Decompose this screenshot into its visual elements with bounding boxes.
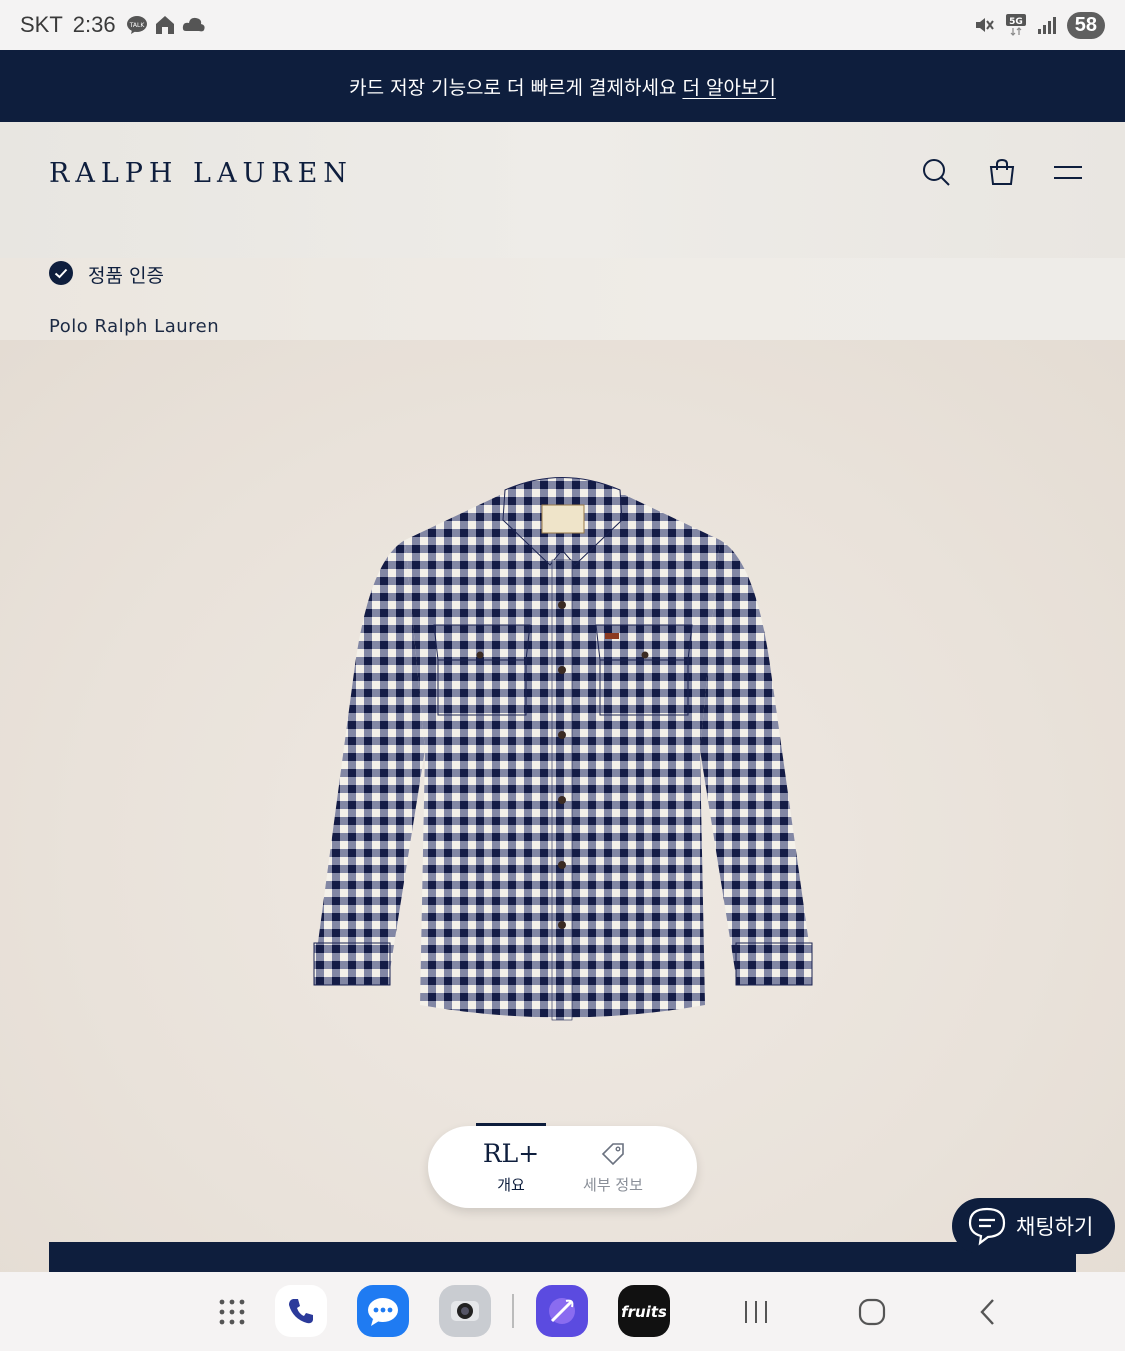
tab-details-label: 세부 정보 [583, 1175, 643, 1194]
carrier-label: SKT [20, 12, 63, 37]
brand-name[interactable]: Polo Ralph Lauren [49, 316, 219, 337]
system-nav-bar: fruits [0, 1272, 1125, 1351]
internet-browser-icon[interactable] [536, 1285, 588, 1337]
price-tag-icon [601, 1142, 624, 1165]
site-header: RALPH LAUREN [0, 122, 1125, 258]
tab-details[interactable]: 세부 정보 [546, 1126, 680, 1208]
app-drawer-icon[interactable] [212, 1292, 252, 1332]
camera-app-icon[interactable] [439, 1285, 491, 1337]
promo-banner: 카드 저장 기능으로 더 빠르게 결제하세요 더 알아보기 [0, 50, 1125, 122]
home-app-icon [155, 16, 174, 34]
chat-label: 채팅하기 [1016, 1215, 1094, 1239]
authentic-label: 정품 인증 [88, 265, 164, 287]
svg-text:5G: 5G [1009, 17, 1023, 27]
search-icon[interactable] [920, 156, 952, 188]
signal-icon [1037, 17, 1056, 34]
notification-icons: TALK [126, 14, 206, 36]
tab-switcher: RL+ 개요 세부 정보 [428, 1126, 697, 1208]
phone-app-icon[interactable] [275, 1285, 327, 1337]
verified-check-icon [49, 261, 73, 285]
chat-button[interactable]: 채팅하기 [952, 1198, 1115, 1254]
messages-app-icon[interactable] [357, 1285, 409, 1337]
chat-bubble-icon [968, 1207, 1006, 1246]
kakaotalk-icon: TALK [126, 16, 147, 34]
rl-plus-logo: RL+ [482, 1138, 540, 1168]
promo-text: 카드 저장 기능으로 더 빠르게 결제하세요 [349, 76, 677, 99]
shopping-bag-icon[interactable] [986, 156, 1018, 188]
bottom-action-bar[interactable] [49, 1242, 1076, 1272]
tab-overview-label: 개요 [497, 1175, 525, 1194]
status-right: 5G 58 [973, 11, 1105, 39]
battery-indicator: 58 [1066, 11, 1105, 39]
ralph-lauren-logo[interactable]: RALPH LAUREN [49, 158, 353, 189]
home-button-icon[interactable] [852, 1292, 892, 1332]
svg-text:TALK: TALK [128, 22, 145, 29]
mute-icon [975, 18, 994, 32]
menu-icon[interactable] [1052, 156, 1084, 188]
clock: 2:36 [72, 12, 116, 37]
status-bar: SKT 2:36 TALK 5G 58 [0, 0, 1125, 50]
cloud-icon [182, 17, 205, 32]
svg-text:fruits: fruits [622, 1303, 666, 1321]
dock-divider [512, 1294, 514, 1328]
product-image-gingham-shirt[interactable] [300, 465, 825, 1035]
promo-learn-more-link[interactable]: 더 알아보기 [682, 73, 775, 100]
network-5g-icon: 5G [1005, 14, 1026, 36]
product-info-row: 정품 인증 Polo Ralph Lauren [0, 258, 1125, 340]
status-left: SKT 2:36 TALK [20, 12, 206, 38]
fruits-app-icon[interactable]: fruits [618, 1285, 670, 1337]
back-button-icon[interactable] [968, 1292, 1008, 1332]
recent-apps-icon[interactable] [736, 1292, 776, 1332]
